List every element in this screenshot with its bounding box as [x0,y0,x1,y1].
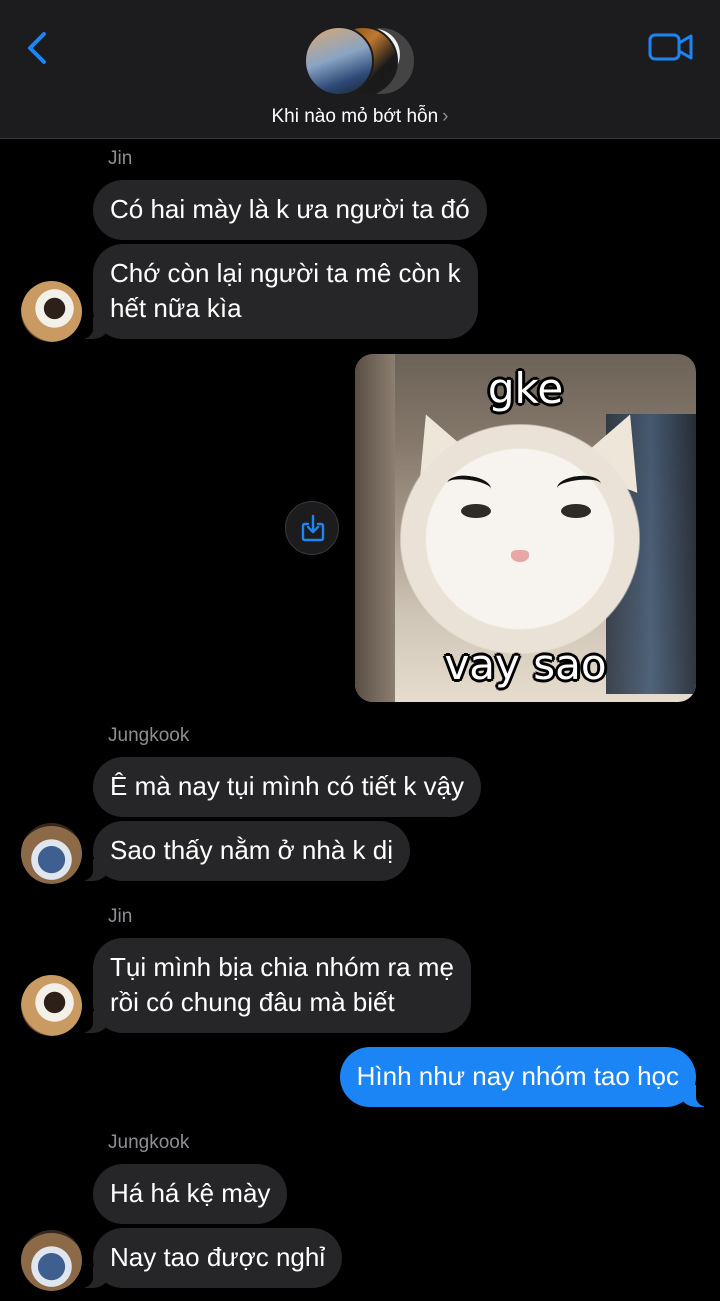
conversation-title[interactable]: Khi nào mỏ bớt hỗn › [0,106,720,128]
message-text: Có hai mày là k ưa người ta đó [110,194,470,224]
message-bubble[interactable]: Tụi mình bịa chia nhóm ra mẹ rồi có chun… [75,938,471,1033]
video-camera-icon[interactable] [648,30,694,64]
message-text: Há há kệ mày [110,1178,271,1208]
group-avatar-stack[interactable] [304,26,416,96]
outgoing-message-bubble[interactable]: Hình như nay nhóm tao học [339,1047,715,1107]
avatar[interactable] [21,281,82,342]
conversation-header: Khi nào mỏ bớt hỗn › [0,0,720,139]
message-text: Hình như nay nhóm tao học [356,1061,679,1091]
message-bubble[interactable]: Nay tao được nghỉ [74,1228,343,1288]
avatar[interactable] [21,1230,82,1291]
cat-nose [511,550,529,562]
avatar[interactable] [21,975,82,1036]
meme-image[interactable]: gke vay sao [355,354,696,702]
share-button[interactable] [285,501,339,555]
group-avatar [304,26,374,96]
message-text-line: Chớ còn lại người ta mê còn k [110,258,461,288]
message-text-line: rồi có chung đâu mà biết [110,987,395,1017]
avatar[interactable] [21,823,82,884]
cat-eye [561,504,591,518]
message-bubble[interactable]: Chớ còn lại người ta mê còn k hết nữa kì… [75,244,478,339]
message-text: Ê mà nay tụi mình có tiết k vậy [110,771,465,801]
sender-name: Jin [108,148,133,169]
chevron-right-icon: › [442,106,449,127]
message-bubble[interactable]: Há há kệ mày [93,1164,288,1224]
share-icon [301,514,325,542]
chevron-left-icon[interactable] [22,28,52,68]
sender-name: Jungkook [108,725,190,746]
message-text-line: Tụi mình bịa chia nhóm ra mẹ [110,952,454,982]
sender-name: Jungkook [108,1132,190,1153]
cat-face [400,424,640,654]
message-bubble[interactable]: Có hai mày là k ưa người ta đó [93,180,487,240]
message-text: Sao thấy nằm ở nhà k dị [110,835,393,865]
sender-name: Jin [108,906,133,927]
conversation-title-text: Khi nào mỏ bớt hỗn [271,106,439,127]
message-bubble[interactable]: Ê mà nay tụi mình có tiết k vậy [93,757,482,817]
meme-caption-bottom: vay sao [444,640,607,689]
message-bubble[interactable]: Sao thấy nằm ở nhà k dị [75,821,410,881]
cat-eye [461,504,491,518]
message-text-line: hết nữa kìa [110,293,242,323]
message-text: Nay tao được nghỉ [110,1242,326,1272]
meme-caption-top: gke [487,364,564,413]
